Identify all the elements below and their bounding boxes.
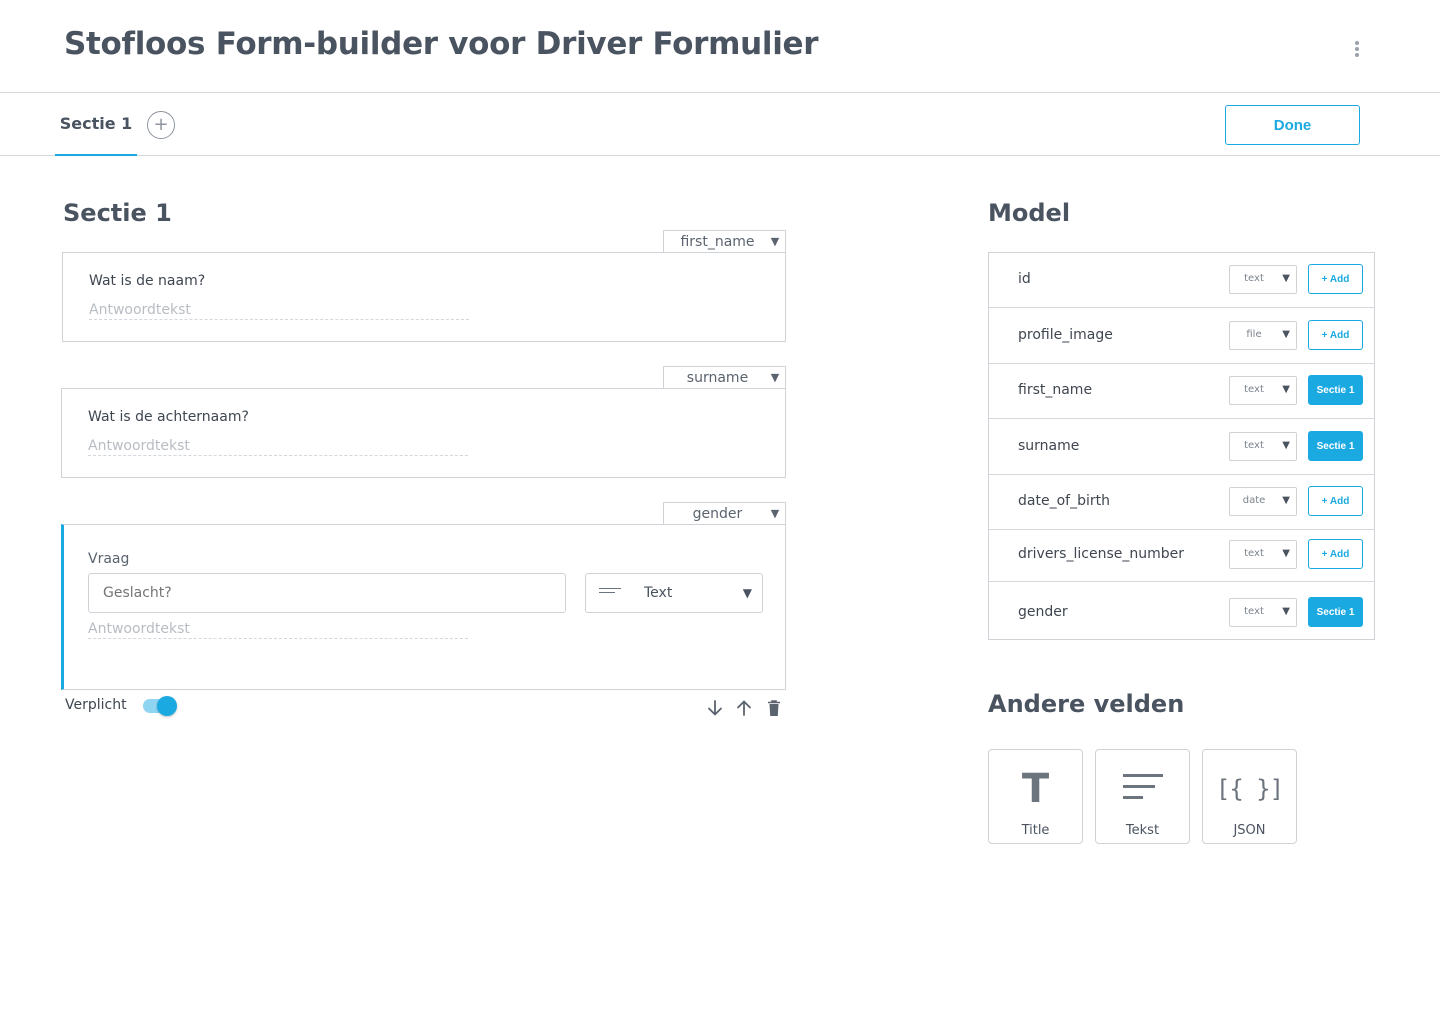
field-select-first-name[interactable]: first_name ▼ [663, 230, 786, 252]
model-type-select[interactable]: text ▼ [1229, 598, 1297, 627]
model-type-select[interactable]: text ▼ [1229, 432, 1297, 461]
move-up-icon[interactable] [734, 698, 754, 718]
model-panel: id text ▼ + Add profile_image file ▼ + Add… [988, 252, 1375, 640]
model-type-select[interactable]: file ▼ [1229, 321, 1297, 350]
tile-title[interactable]: T Title [988, 749, 1083, 844]
model-row-gender: gender text ▼ Sectie 1 [989, 582, 1374, 639]
tile-tekst[interactable]: Tekst [1095, 749, 1190, 844]
answer-placeholder: Antwoordtekst [88, 438, 468, 456]
model-type-select[interactable]: text ▼ [1229, 376, 1297, 405]
answer-type-select[interactable]: Text ▼ [585, 573, 763, 613]
field-select-label: gender [692, 505, 743, 522]
section-tabbar: Sectie 1 + Done [0, 93, 1440, 156]
model-type-select[interactable]: text ▼ [1229, 265, 1297, 294]
done-button[interactable]: Done [1225, 105, 1360, 145]
other-fields-heading: Andere velden [988, 690, 1185, 718]
model-row-drivers-license-number: drivers_license_number text ▼ + Add [989, 530, 1374, 582]
question-card[interactable]: Wat is de naam? Antwoordtekst [62, 252, 786, 342]
add-section-button[interactable]: + [147, 111, 175, 139]
tile-json[interactable]: [{ }] JSON [1202, 749, 1297, 844]
answer-placeholder: Antwoordtekst [88, 621, 468, 639]
caret-down-icon: ▼ [770, 507, 780, 520]
model-heading: Model [988, 199, 1071, 227]
assigned-section-badge[interactable]: Sectie 1 [1308, 431, 1363, 461]
model-row-surname: surname text ▼ Sectie 1 [989, 419, 1374, 475]
model-row-date-of-birth: date_of_birth date ▼ + Add [989, 475, 1374, 530]
model-field-name: profile_image [1018, 327, 1113, 343]
model-field-name: id [1018, 271, 1031, 287]
add-to-section-button[interactable]: + Add [1308, 486, 1363, 516]
model-row-id: id text ▼ + Add [989, 253, 1374, 308]
more-options-icon[interactable] [1346, 38, 1368, 60]
field-select-gender[interactable]: gender ▼ [663, 502, 786, 524]
model-type-select[interactable]: text ▼ [1229, 540, 1297, 569]
section-heading: Sectie 1 [63, 199, 172, 227]
short-text-icon [599, 588, 621, 598]
assigned-section-badge[interactable]: Sectie 1 [1308, 597, 1363, 627]
delete-trash-icon[interactable] [764, 698, 784, 718]
add-to-section-button[interactable]: + Add [1308, 320, 1363, 350]
question-input[interactable] [88, 573, 566, 613]
tile-label: Title [1021, 823, 1050, 838]
answer-type-label: Text [644, 585, 673, 601]
question-card[interactable]: Wat is de achternaam? Antwoordtekst [61, 388, 786, 478]
model-field-name: gender [1018, 604, 1068, 620]
tile-label: Tekst [1125, 823, 1160, 838]
question-label: Vraag [88, 551, 130, 567]
caret-down-icon: ▼ [770, 235, 780, 248]
caret-down-icon: ▼ [770, 371, 780, 384]
app-header: Stofloos Form-builder voor Driver Formul… [0, 0, 1440, 93]
title-T-icon: T [1021, 766, 1050, 812]
question-text: Wat is de achternaam? [88, 409, 249, 425]
caret-down-icon: ▼ [742, 586, 752, 600]
assigned-section-badge[interactable]: Sectie 1 [1308, 375, 1363, 405]
required-label: Verplicht [65, 697, 127, 713]
model-row-first-name: first_name text ▼ Sectie 1 [989, 364, 1374, 419]
move-down-icon[interactable] [705, 698, 725, 718]
page-title: Stofloos Form-builder voor Driver Formul… [64, 26, 819, 62]
text-lines-icon [1096, 764, 1189, 814]
tab-sectie-1[interactable]: Sectie 1 [55, 93, 137, 156]
field-select-label: first_name [680, 233, 755, 250]
json-brackets-icon: [{ }] [1215, 775, 1284, 803]
tile-label: JSON [1233, 823, 1266, 838]
field-select-surname[interactable]: surname ▼ [663, 366, 786, 388]
model-field-name: first_name [1018, 382, 1093, 398]
add-to-section-button[interactable]: + Add [1308, 264, 1363, 294]
required-toggle[interactable] [143, 696, 177, 716]
model-field-name: drivers_license_number [1018, 546, 1184, 562]
model-field-name: date_of_birth [1018, 493, 1110, 509]
answer-placeholder: Antwoordtekst [89, 302, 469, 320]
model-row-profile-image: profile_image file ▼ + Add [989, 308, 1374, 364]
add-to-section-button[interactable]: + Add [1308, 539, 1363, 569]
model-type-select[interactable]: date ▼ [1229, 487, 1297, 516]
field-select-label: surname [686, 369, 749, 386]
active-question-card[interactable]: Vraag Text ▼ Antwoordtekst [61, 524, 786, 690]
question-text: Wat is de naam? [89, 273, 206, 289]
model-field-name: surname [1018, 438, 1080, 454]
